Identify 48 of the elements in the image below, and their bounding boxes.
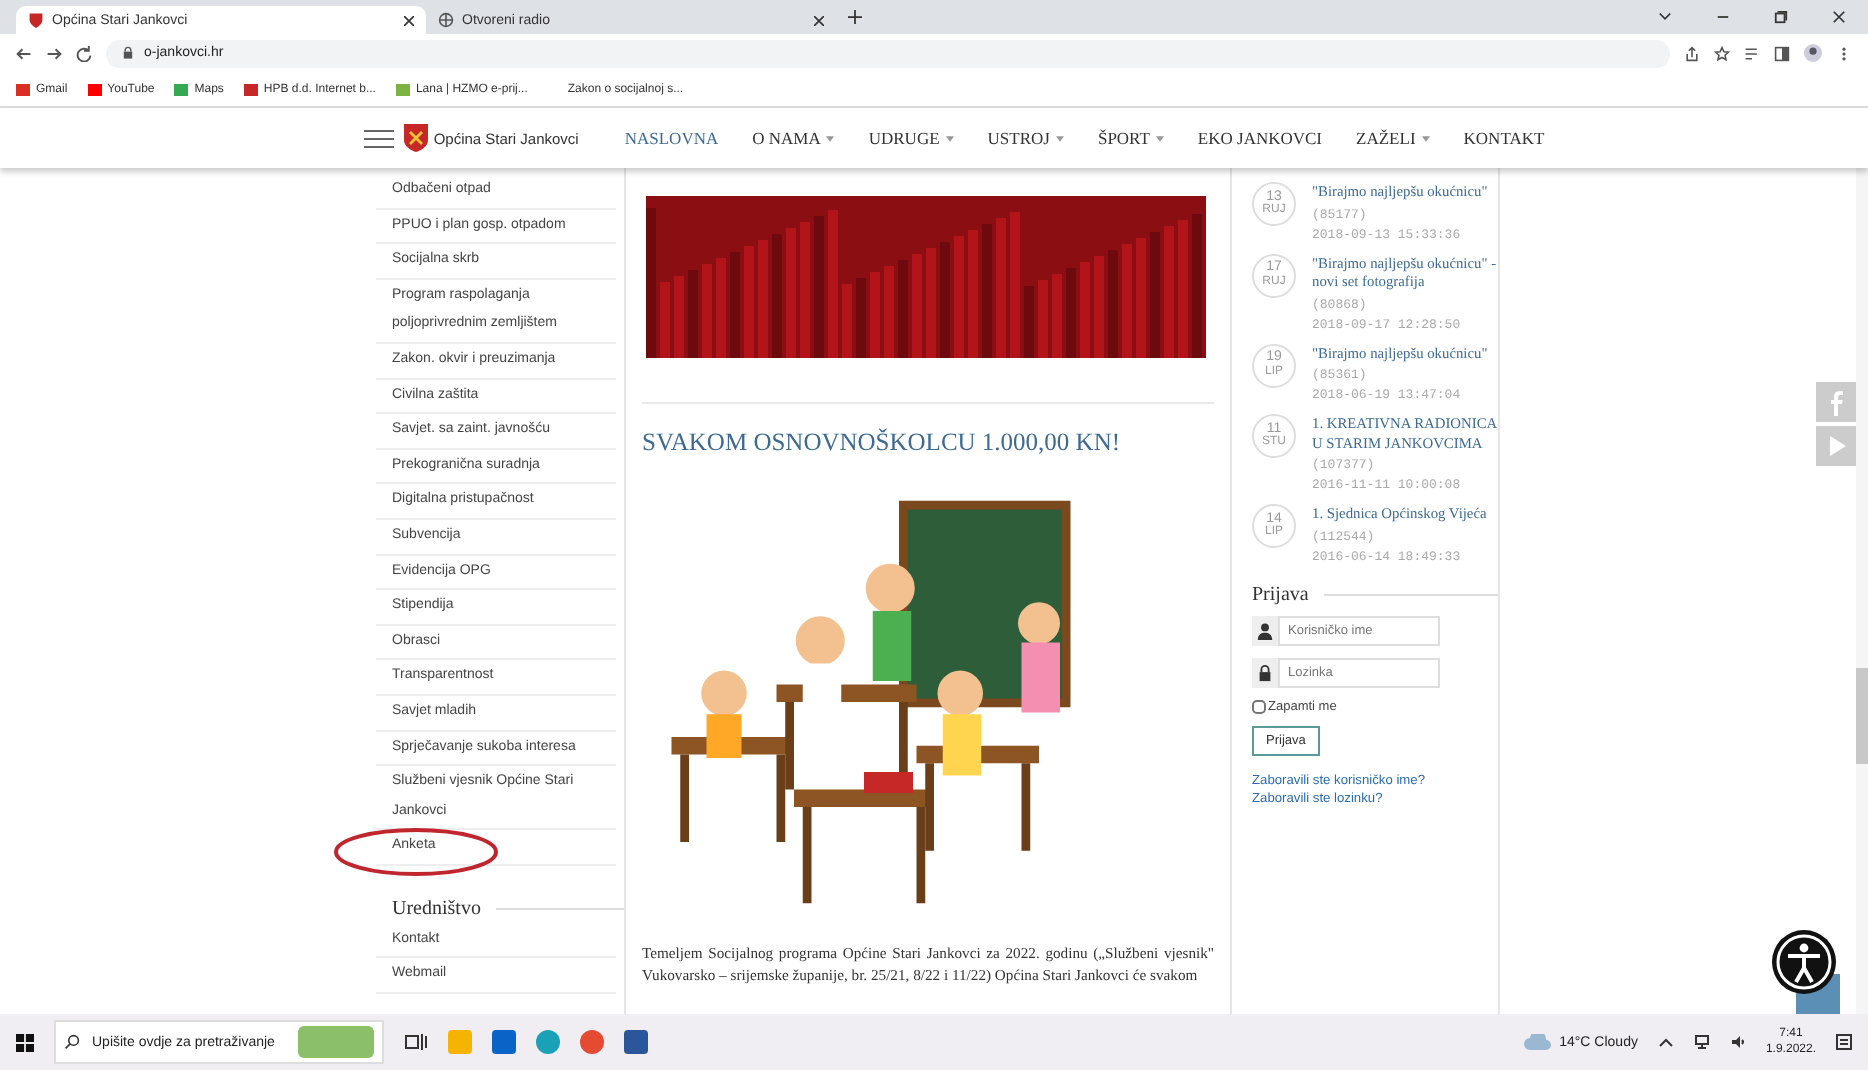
reload-icon[interactable] (76, 45, 92, 61)
user-icon (1252, 615, 1278, 645)
chrome-icon[interactable] (580, 1030, 604, 1054)
nav-link[interactable]: O NAMA (752, 128, 835, 148)
section-heading: Prijava (1252, 583, 1309, 605)
scrollbar[interactable] (1856, 168, 1868, 1014)
close-icon[interactable] (1832, 10, 1846, 24)
close-icon[interactable] (404, 15, 414, 25)
chevron-down-icon[interactable] (1658, 10, 1672, 24)
network-icon[interactable] (1693, 1034, 1710, 1050)
nav-link[interactable]: UDRUGE (868, 128, 954, 148)
accessibility-icon[interactable] (1772, 930, 1836, 994)
search-icon (64, 1034, 80, 1050)
notification-icon[interactable] (1836, 1034, 1852, 1050)
nav-link[interactable]: USTROJ (987, 128, 1064, 148)
task-view-icon[interactable] (404, 1030, 428, 1054)
star-icon[interactable] (1714, 45, 1730, 61)
article-title[interactable]: SVAKOM OSNOVNOŠKOLCU 1.000,00 KN! (642, 428, 1214, 458)
chevron-up-icon[interactable] (1657, 1034, 1674, 1050)
coat-of-arms-icon (403, 124, 428, 152)
lock-icon (122, 46, 134, 60)
globe-icon (438, 12, 454, 28)
edge-icon[interactable] (536, 1030, 560, 1054)
windows-icon[interactable] (16, 1033, 34, 1051)
new-tab-icon[interactable] (848, 10, 862, 24)
lock-icon (1252, 657, 1278, 687)
menu-icon[interactable] (363, 129, 394, 147)
landscape-image-placeholder (298, 1026, 374, 1058)
nav-link[interactable]: KONTAKT (1463, 128, 1545, 148)
nav-link[interactable]: ŠPORT (1097, 128, 1164, 148)
close-icon[interactable] (814, 15, 824, 25)
section-heading: Uredništvo (392, 897, 481, 920)
nav-link[interactable]: ZAŽELI (1356, 128, 1430, 148)
minimize-icon[interactable] (1716, 10, 1730, 24)
restore-icon[interactable] (1774, 10, 1788, 24)
word-icon[interactable] (624, 1030, 648, 1054)
back-icon[interactable] (16, 45, 32, 61)
nav-link[interactable]: NASLOVNA (624, 128, 719, 148)
profile-icon[interactable] (1804, 44, 1822, 62)
shield-icon (28, 12, 44, 28)
side-panel-icon[interactable] (1774, 45, 1790, 61)
share-icon[interactable] (1684, 45, 1700, 61)
nav-link[interactable]: EKO JANKOVCI (1197, 128, 1323, 148)
remember-checkbox[interactable] (1252, 699, 1266, 713)
playlist-icon[interactable] (1744, 45, 1760, 61)
speaker-icon[interactable] (1729, 1034, 1746, 1050)
cloud-icon (1523, 1034, 1552, 1050)
forward-icon[interactable] (46, 45, 62, 61)
